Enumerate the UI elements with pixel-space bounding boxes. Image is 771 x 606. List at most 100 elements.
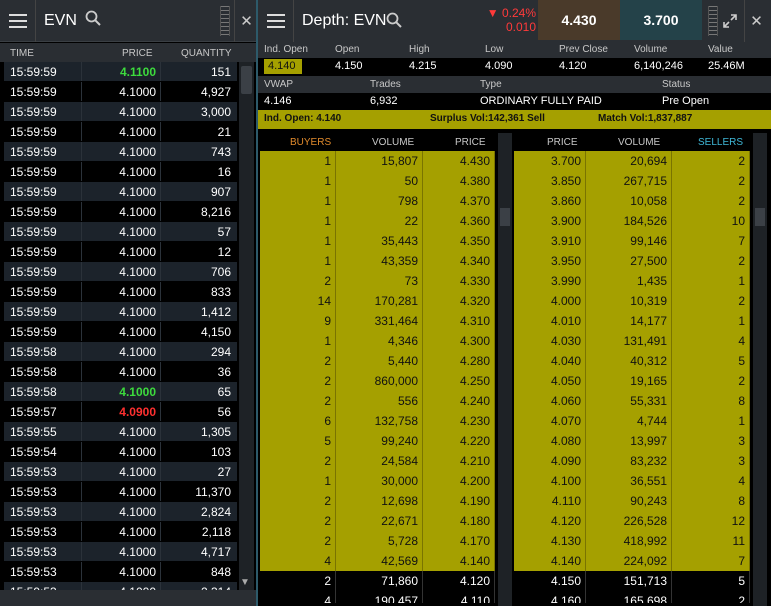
bid-row[interactable]: 4 190,457 4.110	[260, 591, 495, 603]
trade-row[interactable]: 15:59:59 4.1000 743	[4, 142, 237, 162]
trade-row[interactable]: 15:59:59 4.1100 151	[4, 62, 237, 82]
bid-row[interactable]: 9 331,464 4.310	[260, 311, 495, 331]
trade-row[interactable]: 15:59:58 4.1000 294	[4, 342, 237, 362]
bid-row[interactable]: 1 15,807 4.430	[260, 151, 495, 171]
scrollbar-thumb[interactable]	[755, 208, 765, 226]
buyers-header[interactable]: BUYERS	[290, 137, 331, 148]
trade-row[interactable]: 15:59:59 4.1000 706	[4, 262, 237, 282]
ask-row[interactable]: 4.160 165,698 2	[514, 591, 750, 603]
bid-row[interactable]: 2 24,584 4.210	[260, 451, 495, 471]
ask-row[interactable]: 4.040 40,312 5	[514, 351, 750, 371]
trades-scrollbar[interactable]: ▼	[239, 62, 254, 590]
trade-row[interactable]: 15:59:53 4.1000 11,370	[4, 482, 237, 502]
bid-row[interactable]: 1 30,000 4.200	[260, 471, 495, 491]
ask-row[interactable]: 3.700 20,694 2	[514, 151, 750, 171]
horizontal-scrollbar[interactable]	[0, 590, 258, 606]
trade-row[interactable]: 15:59:53 4.1000 27	[4, 462, 237, 482]
search-icon[interactable]	[85, 10, 101, 31]
scrollbar-thumb[interactable]	[241, 66, 252, 94]
expand-icon[interactable]	[718, 8, 742, 34]
ask-row[interactable]: 4.050 19,165 2	[514, 371, 750, 391]
ask-row[interactable]: 4.140 224,092 7	[514, 551, 750, 571]
ask-row[interactable]: 4.070 4,744 1	[514, 411, 750, 431]
menu-icon[interactable]	[258, 0, 294, 42]
best-ask[interactable]: 3.700	[620, 0, 702, 40]
ask-row[interactable]: 4.000 10,319 2	[514, 291, 750, 311]
ask-row[interactable]: 4.090 83,232 3	[514, 451, 750, 471]
trade-row[interactable]: 15:59:53 4.1000 4,717	[4, 542, 237, 562]
ask-row[interactable]: 3.860 10,058 2	[514, 191, 750, 211]
bid-row[interactable]: 6 132,758 4.230	[260, 411, 495, 431]
col-quantity[interactable]: QUANTITY	[181, 48, 232, 59]
ask-row[interactable]: 3.910 99,146 7	[514, 231, 750, 251]
trade-row[interactable]: 15:59:59 4.1000 12	[4, 242, 237, 262]
ask-row[interactable]: 4.150 151,713 5	[514, 571, 750, 591]
ask-row[interactable]: 3.850 267,715 2	[514, 171, 750, 191]
col-price[interactable]: PRICE	[122, 48, 153, 59]
bid-price-header[interactable]: PRICE	[455, 137, 486, 148]
trade-row[interactable]: 15:59:59 4.1000 907	[4, 182, 237, 202]
trade-row[interactable]: 15:59:59 4.1000 4,927	[4, 82, 237, 102]
scroll-down-icon[interactable]: ▼	[240, 577, 250, 588]
trade-row[interactable]: 15:59:534.10002,314	[4, 582, 237, 590]
ask-price-header[interactable]: PRICE	[547, 137, 578, 148]
bid-row[interactable]: 2 5,440 4.280	[260, 351, 495, 371]
bid-row[interactable]: 4 42,569 4.140	[260, 551, 495, 571]
ask-row[interactable]: 4.060 55,331 8	[514, 391, 750, 411]
bid-volume-header[interactable]: VOLUME	[372, 137, 414, 148]
ask-row[interactable]: 4.080 13,997 3	[514, 431, 750, 451]
ask-row[interactable]: 3.950 27,500 2	[514, 251, 750, 271]
trade-row[interactable]: 15:59:59 4.1000 833	[4, 282, 237, 302]
bid-row[interactable]: 2 860,000 4.250	[260, 371, 495, 391]
search-icon[interactable]	[386, 12, 402, 33]
bid-row[interactable]: 1 35,443 4.350	[260, 231, 495, 251]
bid-row[interactable]: 1 798 4.370	[260, 191, 495, 211]
close-icon[interactable]: ✕	[744, 0, 768, 42]
bid-row[interactable]: 2 22,671 4.180	[260, 511, 495, 531]
trade-row[interactable]: 15:59:59 4.1000 3,000	[4, 102, 237, 122]
depth-title[interactable]: Depth: EVN	[302, 12, 386, 30]
ask-row[interactable]: 4.030 131,491 4	[514, 331, 750, 351]
trade-row[interactable]: 15:59:54 4.1000 103	[4, 442, 237, 462]
trade-row[interactable]: 15:59:59 4.1000 57	[4, 222, 237, 242]
ask-row[interactable]: 4.110 90,243 8	[514, 491, 750, 511]
best-bid[interactable]: 4.430	[538, 0, 620, 40]
menu-icon[interactable]	[0, 0, 36, 42]
bid-row[interactable]: 1 43,359 4.340	[260, 251, 495, 271]
bid-row[interactable]: 5 99,240 4.220	[260, 431, 495, 451]
bid-row[interactable]: 2 12,698 4.190	[260, 491, 495, 511]
trade-row[interactable]: 15:59:55 4.1000 1,305	[4, 422, 237, 442]
close-icon[interactable]: ✕	[234, 0, 258, 42]
ask-row[interactable]: 4.100 36,551 4	[514, 471, 750, 491]
bid-row[interactable]: 14 170,281 4.320	[260, 291, 495, 311]
trade-row[interactable]: 15:59:58 4.1000 65	[4, 382, 237, 402]
bid-row[interactable]: 2 71,860 4.120	[260, 571, 495, 591]
drag-handle-icon[interactable]	[708, 6, 718, 36]
col-time[interactable]: TIME	[10, 48, 34, 59]
ask-volume-header[interactable]: VOLUME	[618, 137, 660, 148]
ask-row[interactable]: 4.010 14,177 1	[514, 311, 750, 331]
ask-scrollbar[interactable]	[753, 133, 767, 606]
trade-row[interactable]: 15:59:59 4.1000 8,216	[4, 202, 237, 222]
ask-row[interactable]: 4.130 418,992 11	[514, 531, 750, 551]
trade-row[interactable]: 15:59:59 4.1000 21	[4, 122, 237, 142]
bid-scrollbar[interactable]	[498, 133, 512, 606]
bid-row[interactable]: 2 5,728 4.170	[260, 531, 495, 551]
trade-row[interactable]: 15:59:53 4.1000 848	[4, 562, 237, 582]
drag-handle-icon[interactable]	[220, 5, 230, 36]
bid-row[interactable]: 1 50 4.380	[260, 171, 495, 191]
trade-row[interactable]: 15:59:59 4.1000 16	[4, 162, 237, 182]
ask-row[interactable]: 3.900 184,526 10	[514, 211, 750, 231]
trade-row[interactable]: 15:59:58 4.1000 36	[4, 362, 237, 382]
symbol-input[interactable]: EVN	[44, 12, 77, 30]
bid-row[interactable]: 1 22 4.360	[260, 211, 495, 231]
trade-row[interactable]: 15:59:53 4.1000 2,824	[4, 502, 237, 522]
trade-row[interactable]: 15:59:57 4.0900 56	[4, 402, 237, 422]
ask-row[interactable]: 4.120 226,528 12	[514, 511, 750, 531]
sellers-header[interactable]: SELLERS	[698, 137, 743, 148]
trade-row[interactable]: 15:59:53 4.1000 2,118	[4, 522, 237, 542]
bid-row[interactable]: 1 4,346 4.300	[260, 331, 495, 351]
scrollbar-thumb[interactable]	[500, 208, 510, 226]
bid-row[interactable]: 2 556 4.240	[260, 391, 495, 411]
trade-row[interactable]: 15:59:59 4.1000 1,412	[4, 302, 237, 322]
